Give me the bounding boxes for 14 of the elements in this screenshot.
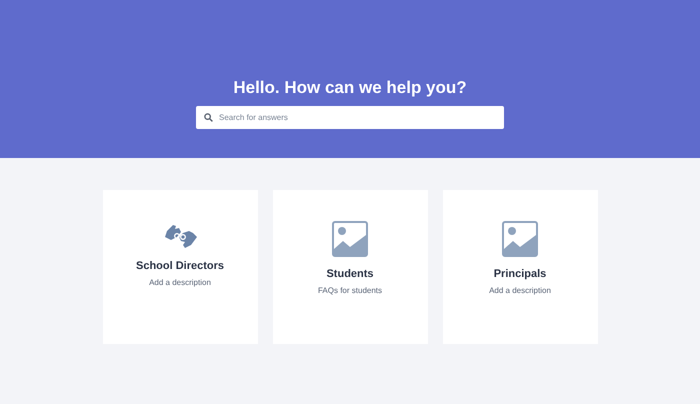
hero-title: Hello. How can we help you? bbox=[233, 78, 467, 98]
category-card[interactable]: Principals Add a description bbox=[442, 190, 598, 344]
search-field[interactable]: Search for answers bbox=[196, 106, 504, 129]
hands-icon bbox=[163, 223, 197, 249]
image-icon bbox=[502, 221, 538, 257]
card-description: Add a description bbox=[489, 286, 551, 295]
card-description: FAQs for students bbox=[318, 286, 382, 295]
card-description: Add a description bbox=[149, 278, 211, 287]
card-title: Principals bbox=[494, 267, 546, 281]
card-title: School Directors bbox=[136, 259, 224, 273]
category-card[interactable]: Students FAQs for students bbox=[272, 190, 428, 344]
card-title: Students bbox=[326, 267, 374, 281]
category-card[interactable]: School Directors Add a description bbox=[102, 190, 258, 344]
image-icon bbox=[332, 221, 368, 257]
